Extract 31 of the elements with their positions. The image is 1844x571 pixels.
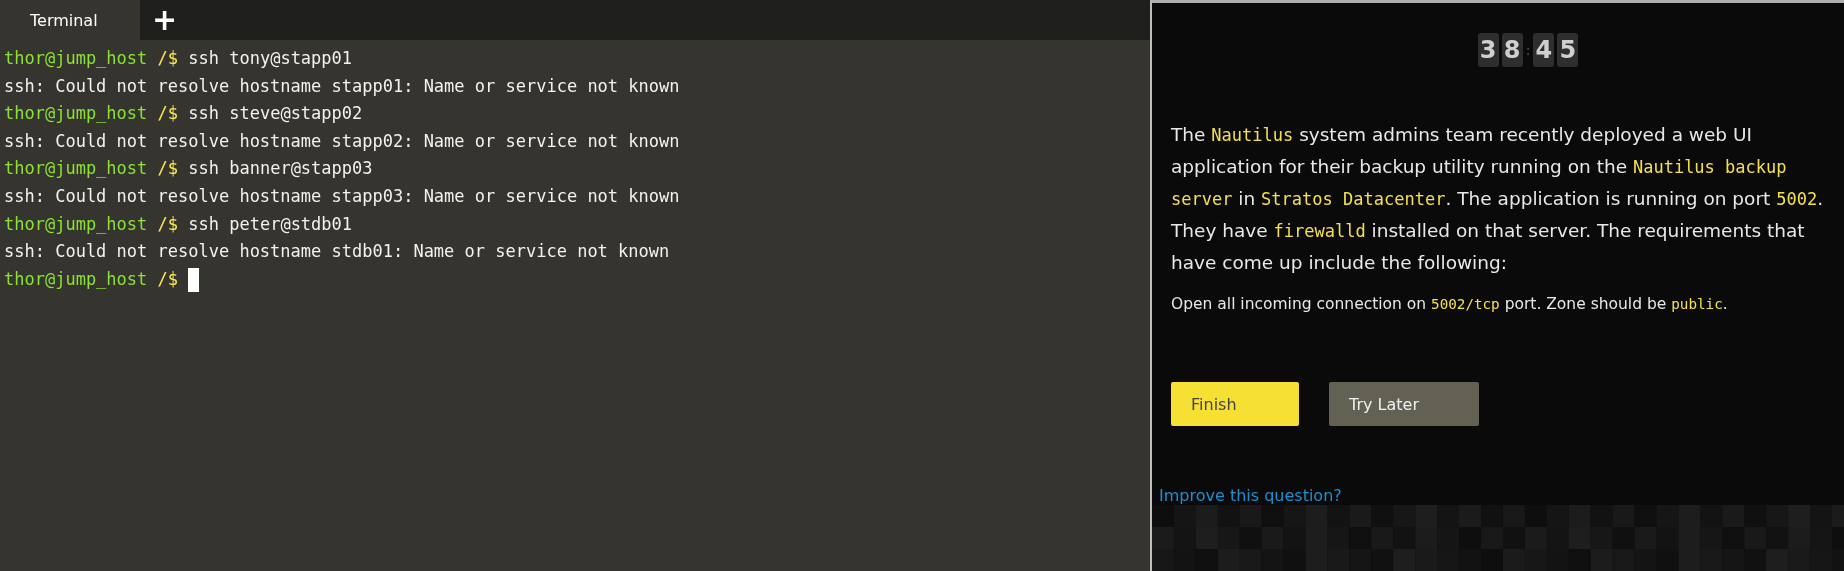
prompt-path: /$: [157, 213, 179, 234]
timer-digit: 5: [1557, 33, 1579, 67]
output-text: ssh: Could not resolve hostname stapp02: Name or service not known: [4, 130, 680, 151]
command-text: ssh banner@stapp03: [188, 158, 373, 179]
finish-button[interactable]: Finish: [1171, 382, 1299, 426]
command-text: ssh steve@stapp02: [188, 103, 363, 124]
timer-separator: :: [1525, 42, 1531, 58]
task-description: The Nautilus system admins team recently deployed a web UI application for their backup utility running on the Nautilus backup server in Stratos Datacenter. The application is running on port 5002. They have firewalld installed on that server. The requirements that have come up include the following:: [1171, 123, 1825, 275]
task-requirement: Open all incoming connection on 5002/tcp port. Zone should be public.: [1171, 294, 1729, 315]
output-text: ssh: Could not resolve hostname stapp01: Name or service not known: [4, 75, 680, 96]
prompt-user: thor@jump_host: [4, 268, 148, 289]
prompt-user: thor@jump_host: [4, 213, 148, 234]
command-text: ssh peter@stdb01: [188, 213, 353, 234]
prompt-path: /$: [157, 268, 179, 289]
terminal-tab[interactable]: Terminal: [0, 0, 140, 40]
timer-digit: 8: [1501, 33, 1523, 67]
output-text: ssh: Could not resolve hostname stapp03: Name or service not known: [4, 185, 680, 206]
try-later-button[interactable]: Try Later: [1329, 382, 1479, 426]
prompt-path: /$: [157, 48, 179, 68]
prompt-path: /$: [157, 158, 179, 179]
command-text: ssh tony@stapp01: [188, 48, 353, 68]
timer-digit: 3: [1477, 33, 1499, 67]
timer-digit: 4: [1533, 33, 1555, 67]
cursor: [188, 267, 200, 292]
prompt-user: thor@jump_host: [4, 48, 148, 68]
prompt-user: thor@jump_host: [4, 103, 148, 124]
prompt-user: thor@jump_host: [4, 158, 148, 179]
prompt-path: /$: [157, 103, 179, 124]
improve-question-link[interactable]: Improve this question?: [1159, 486, 1342, 505]
new-tab-button[interactable]: +: [140, 0, 190, 40]
output-text: ssh: Could not resolve hostname stdb01: Name or service not known: [4, 241, 670, 262]
